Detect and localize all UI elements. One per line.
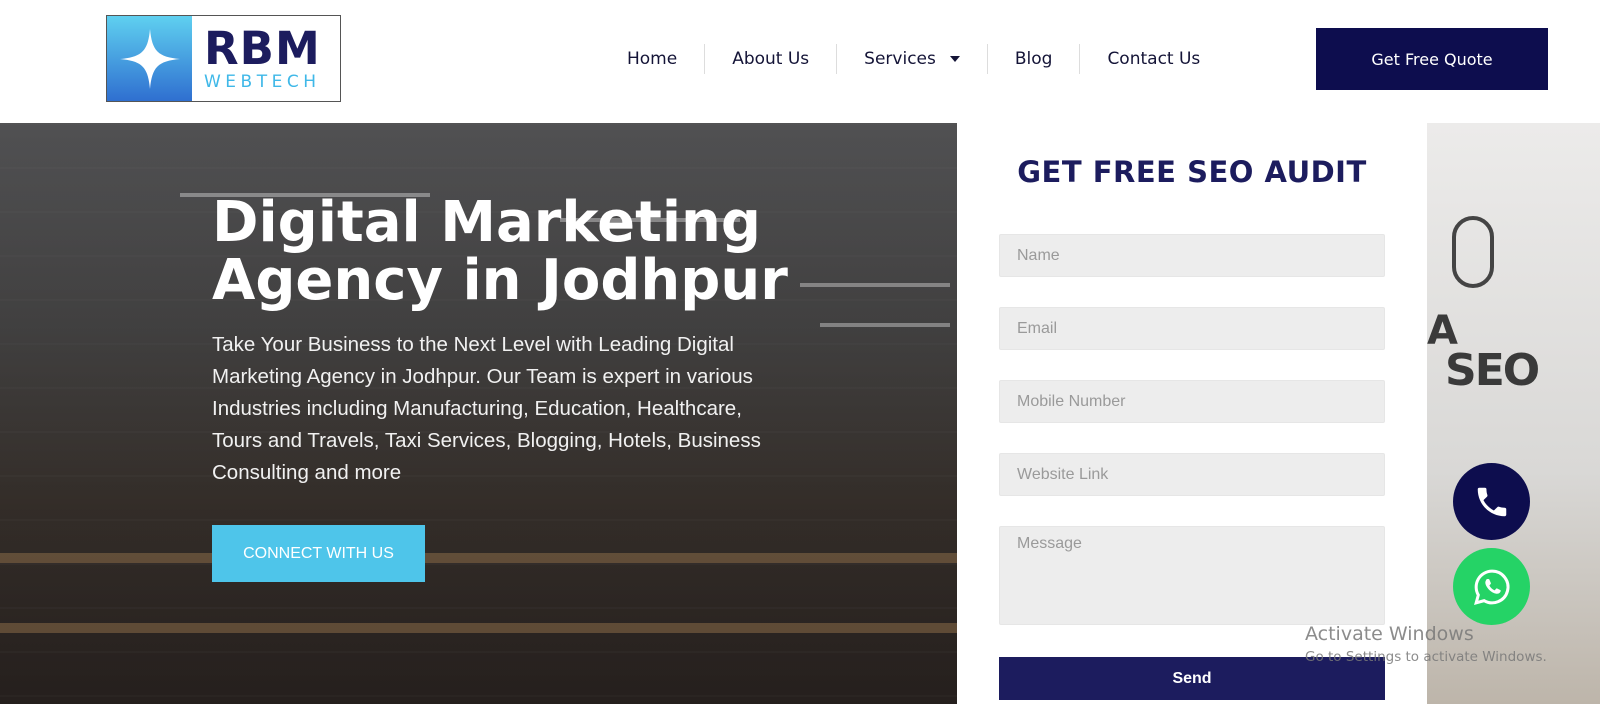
strip-seo-text: SEO — [1445, 345, 1540, 396]
form-title: GET FREE SEO AUDIT — [1017, 155, 1367, 189]
hero-section: Digital Marketing Agency in Jodhpur Take… — [0, 123, 957, 704]
activate-windows-title: Activate Windows — [1305, 623, 1474, 645]
nav-home[interactable]: Home — [600, 44, 704, 74]
nav-about-label: About Us — [732, 49, 810, 69]
chevron-down-icon — [949, 56, 960, 62]
activate-windows-subtitle: Go to Settings to activate Windows. — [1305, 649, 1547, 665]
nav-services[interactable]: Services — [836, 44, 987, 74]
desk-row — [0, 623, 957, 633]
ceiling-light — [820, 323, 950, 327]
nav-services-label: Services — [864, 49, 936, 69]
activate-windows-watermark: Activate Windows Go to Settings to activ… — [1305, 623, 1547, 665]
nav-contact-us[interactable]: Contact Us — [1079, 44, 1227, 74]
nav-blog[interactable]: Blog — [986, 44, 1080, 74]
phone-icon — [1477, 487, 1506, 516]
nav-contact-label: Contact Us — [1107, 49, 1201, 69]
seo-audit-form: GET FREE SEO AUDIT Send — [957, 123, 1427, 704]
site-header: RBM WEBTECH Home About Us Services Blog … — [0, 0, 1600, 123]
email-field[interactable] — [999, 307, 1385, 350]
mobile-number-field[interactable] — [999, 380, 1385, 423]
hero-title-line2: Agency in Jodhpur — [212, 248, 788, 313]
main-nav: Home About Us Services Blog Contact Us — [600, 44, 1227, 74]
nav-blog-label: Blog — [1014, 49, 1053, 69]
hero-description: Take Your Business to the Next Level wit… — [212, 333, 761, 484]
logo-brand-text: RBM — [204, 21, 321, 75]
call-button[interactable] — [1453, 463, 1530, 540]
sparkle-star-icon — [107, 16, 192, 101]
message-field[interactable] — [999, 526, 1385, 625]
hero-title: Digital Marketing Agency in Jodhpur — [212, 194, 812, 310]
whatsapp-icon — [1473, 569, 1509, 605]
nav-about-us[interactable]: About Us — [704, 44, 836, 74]
connect-with-us-button[interactable]: CONNECT WITH US — [212, 525, 425, 582]
logo-sub-text: WEBTECH — [204, 71, 321, 92]
ceiling-light — [800, 283, 950, 287]
hero-title-line1: Digital Marketing — [212, 190, 761, 255]
logo-wordmark: RBM WEBTECH — [192, 16, 340, 101]
desk-row — [0, 553, 957, 563]
nav-home-label: Home — [627, 49, 678, 69]
whatsapp-button[interactable] — [1453, 548, 1530, 625]
user-icon — [1452, 216, 1494, 288]
get-free-quote-button[interactable]: Get Free Quote — [1316, 28, 1548, 90]
rbm-webtech-logo[interactable]: RBM WEBTECH — [106, 15, 341, 102]
name-field[interactable] — [999, 234, 1385, 277]
website-link-field[interactable] — [999, 453, 1385, 496]
